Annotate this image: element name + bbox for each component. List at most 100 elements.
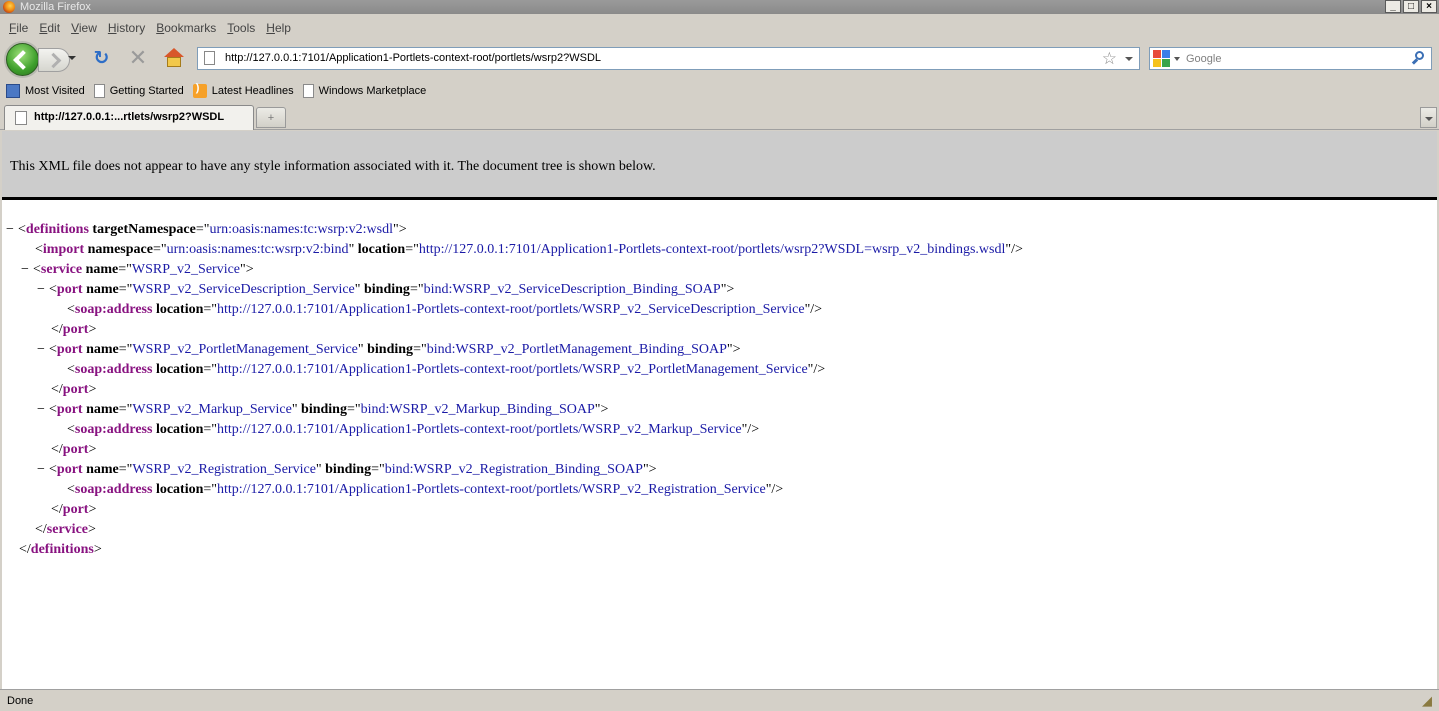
xml-punct: <: [18, 222, 26, 237]
xml-tag: port: [56, 462, 83, 477]
xml-attr-value: urn:oasis:names:tc:wsrp:v2:wsdl: [209, 222, 393, 237]
xml-punct: =": [195, 222, 210, 237]
resize-grip-icon[interactable]: ◢: [1419, 693, 1435, 709]
xml-attr-value: http://127.0.0.1:7101/Application1-Portl…: [217, 362, 808, 377]
xml-line: <import namespace="urn:oasis:names:tc:ws…: [35, 240, 1023, 260]
collapse-toggle[interactable]: −: [37, 400, 49, 420]
engine-dropdown-icon[interactable]: [1174, 57, 1180, 61]
collapse-toggle[interactable]: −: [6, 220, 18, 240]
xml-punct: =": [346, 402, 361, 417]
menu-bookmarks[interactable]: Bookmarks: [151, 21, 222, 35]
xml-tag: soap:address: [74, 362, 153, 377]
xml-attr-value: WSRP_v2_PortletManagement_Service: [132, 342, 358, 357]
xml-line: </port>: [51, 500, 96, 520]
menu-help-label: elp: [274, 21, 291, 35]
menu-view[interactable]: View: [66, 21, 103, 35]
close-button[interactable]: ×: [1421, 0, 1437, 13]
menu-help[interactable]: Help: [261, 21, 297, 35]
menu-bookmarks-label: ookmarks: [164, 21, 217, 35]
xml-tag: port: [62, 382, 89, 397]
xml-punct: =": [413, 342, 427, 357]
xml-attr-name: location: [155, 362, 204, 377]
tab-wsdl[interactable]: http://127.0.0.1:...rtlets/wsrp2?WSDL: [4, 105, 254, 130]
xml-punct: </: [51, 502, 63, 517]
xml-punct: =": [118, 262, 132, 277]
xml-attr-name: binding: [301, 402, 347, 417]
xml-line: − <port name="WSRP_v2_ServiceDescription_…: [37, 280, 734, 300]
bookmarks-toolbar: Most Visited Getting Started Latest Head…: [0, 81, 1439, 101]
page-content: This XML file does not appear to have an…: [2, 131, 1437, 689]
xml-attr-name: location: [155, 482, 204, 497]
menu-edit[interactable]: Edit: [34, 21, 66, 35]
url-input[interactable]: [225, 48, 1085, 69]
bookmark-getting-started[interactable]: Getting Started: [93, 84, 184, 98]
menu-history-accel: H: [107, 21, 117, 35]
xml-attr-value: http://127.0.0.1:7101/Application1-Portl…: [418, 242, 1006, 257]
xml-attr-name: name: [86, 342, 119, 357]
xml-tag: service: [46, 522, 88, 537]
minimize-button[interactable]: _: [1385, 0, 1401, 13]
restore-button[interactable]: □: [1403, 0, 1419, 13]
forward-button[interactable]: [38, 48, 70, 72]
bookmark-label: Getting Started: [109, 85, 184, 97]
xml-punct: =": [203, 422, 218, 437]
page-icon: [302, 84, 314, 98]
status-text: Done: [7, 695, 34, 707]
new-tab-button[interactable]: +: [256, 107, 286, 128]
xml-punct: =": [118, 342, 133, 357]
xml-tag: soap:address: [74, 302, 153, 317]
bookmark-star-icon[interactable]: ☆: [1102, 49, 1117, 68]
search-icon[interactable]: [1411, 50, 1427, 66]
xml-punct: <: [49, 342, 57, 357]
collapse-toggle[interactable]: −: [37, 460, 49, 480]
reload-icon[interactable]: ↻: [92, 49, 111, 68]
xml-punct: <: [49, 402, 57, 417]
xml-attr-value: WSRP_v2_Markup_Service: [132, 402, 292, 417]
xml-punct: >: [88, 382, 97, 397]
xml-punct: <: [67, 302, 75, 317]
stop-icon[interactable]: ✕: [128, 47, 148, 69]
menu-history[interactable]: History: [103, 21, 151, 35]
xml-attr-name: location: [357, 242, 406, 257]
xml-punct: ": [291, 402, 302, 417]
collapse-toggle[interactable]: −: [37, 340, 49, 360]
xml-line: </port>: [51, 440, 96, 460]
url-dropdown-icon[interactable]: [1125, 57, 1133, 61]
google-engine-icon[interactable]: [1153, 50, 1171, 67]
xml-tag: import: [42, 242, 85, 257]
xml-attr-name: name: [86, 462, 119, 477]
xml-tag: service: [40, 262, 83, 277]
bookmark-most-visited[interactable]: Most Visited: [6, 84, 85, 98]
xml-punct: ": [357, 342, 368, 357]
bookmark-latest-headlines[interactable]: Latest Headlines: [192, 82, 294, 98]
xml-punct: "/>: [1005, 242, 1023, 257]
xml-punct: </: [51, 442, 63, 457]
xml-attr-name: binding: [364, 282, 410, 297]
collapse-toggle[interactable]: −: [21, 260, 33, 280]
xml-attr-name: location: [155, 302, 204, 317]
xml-attr-name: name: [86, 282, 119, 297]
firefox-logo-icon: [3, 1, 15, 13]
collapse-toggle[interactable]: −: [37, 280, 49, 300]
menu-file[interactable]: File: [4, 21, 34, 35]
bookmark-windows-marketplace[interactable]: Windows Marketplace: [302, 84, 426, 98]
xml-punct: <: [67, 482, 75, 497]
url-bar[interactable]: ☆: [197, 47, 1140, 70]
xml-line: <soap:address location="http://127.0.0.1…: [67, 360, 825, 380]
tab-list-button[interactable]: [1420, 107, 1437, 128]
menu-tools[interactable]: Tools: [222, 21, 261, 35]
xml-line: <soap:address location="http://127.0.0.1…: [67, 300, 822, 320]
xml-attr-value: bind:WSRP_v2_Markup_Binding_SOAP: [360, 402, 595, 417]
back-button[interactable]: [6, 43, 39, 76]
home-icon[interactable]: [163, 48, 185, 68]
menu-view-label: iew: [78, 21, 97, 35]
xml-punct: =": [371, 462, 385, 477]
window-title: Mozilla Firefox: [20, 1, 91, 13]
xml-attr-name: name: [86, 402, 119, 417]
xml-punct: </: [51, 322, 63, 337]
most-visited-icon: [6, 84, 20, 98]
search-input[interactable]: [1186, 48, 1406, 69]
history-dropdown-icon[interactable]: [68, 56, 76, 60]
xml-punct: =": [118, 282, 133, 297]
search-bar[interactable]: [1149, 47, 1432, 70]
